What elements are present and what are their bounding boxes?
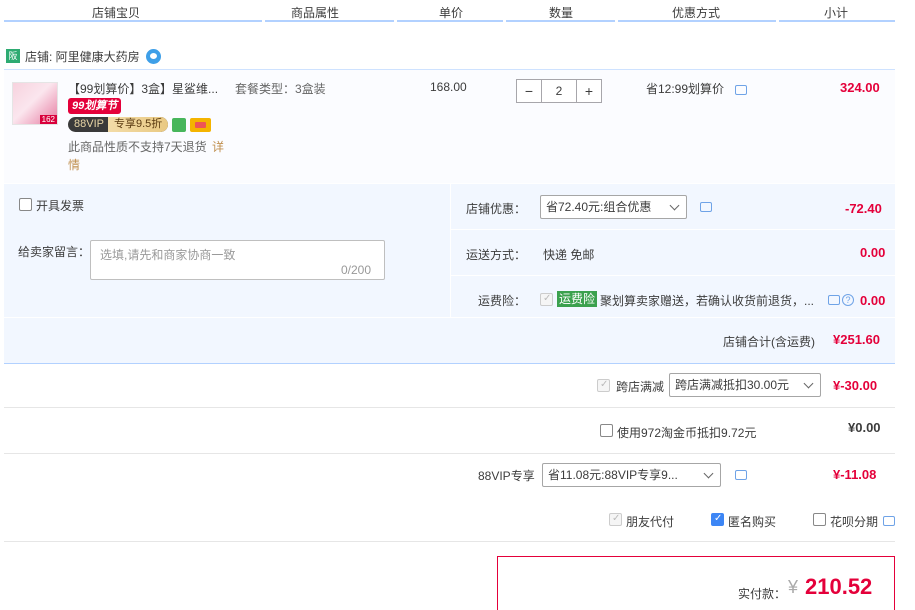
wangwang-chat-icon[interactable]: [145, 48, 161, 64]
insurance-desc: 聚划算卖家赠送，若确认收货前退货，...: [600, 294, 815, 308]
huabei-info-icon[interactable]: [883, 516, 895, 526]
shop-row: 阪 店铺: 阿里健康大药房: [6, 46, 161, 66]
item-subtotal: 324.00: [840, 80, 880, 95]
col-discount: 优惠方式: [672, 6, 721, 20]
shop-total-label: 店铺合计(含运费): [723, 335, 815, 349]
col-subtotal: 小计: [824, 6, 849, 20]
vip88-value: 省11.08元:88VIP专享9...: [548, 468, 678, 482]
guarantee-icon: [172, 118, 186, 132]
chevron-down-icon: [803, 378, 814, 389]
unit-price: 168.00: [430, 80, 467, 94]
quantity-input[interactable]: 2: [542, 79, 576, 103]
shipping-value: 快递 免邮: [543, 248, 595, 262]
insurance-amount: 0.00: [860, 293, 886, 308]
memo-input[interactable]: 选填,请先和商家协商一致 0/200: [90, 240, 385, 280]
shop-total-amount: ¥251.60: [833, 332, 880, 347]
insurance-tag: 运费险: [557, 291, 598, 307]
col-shop-item: 店铺宝贝: [92, 6, 141, 20]
item-title[interactable]: 【99划算价】3盒】星鲨维...: [68, 80, 218, 97]
vip88-label: 88VIP专享: [478, 469, 535, 483]
shipping-label: 运送方式：: [466, 248, 527, 262]
col-quantity: 数量: [549, 6, 574, 20]
cross-shop-checkbox[interactable]: [597, 379, 610, 392]
pay-label: 实付款：: [738, 587, 787, 601]
vip-badge: 88VIP 专享9.5折: [68, 117, 169, 132]
return-note: 此商品性质不支持7天退货: [68, 140, 207, 154]
shipping-amount: 0.00: [860, 245, 886, 260]
vip-info-icon[interactable]: [735, 470, 747, 480]
col-price: 单价: [439, 6, 464, 20]
invoice-checkbox[interactable]: [19, 198, 32, 211]
taojinbi-amount: ¥0.00: [848, 420, 881, 435]
huabei-checkbox[interactable]: [813, 513, 826, 526]
help-icon[interactable]: ?: [842, 294, 854, 306]
payment-summary: 实付款： ¥ 210.52: [497, 556, 895, 610]
vip-label: 88VIP: [74, 118, 104, 130]
anonymous-checkbox[interactable]: [711, 513, 724, 526]
decrease-button[interactable]: −: [516, 79, 542, 103]
discount-info-icon[interactable]: [700, 202, 712, 212]
friend-pay-checkbox[interactable]: [609, 513, 622, 526]
shop-discount-amount: -72.40: [845, 201, 882, 216]
item-discount: 省12:99划算价: [646, 82, 725, 96]
cross-shop-value: 跨店满减抵扣30.00元: [675, 378, 790, 392]
credit-card-icon: [190, 118, 211, 132]
pay-currency: ¥: [788, 577, 799, 597]
detail-link[interactable]: 详: [212, 138, 224, 155]
detail-link-cont[interactable]: 情: [68, 156, 80, 173]
item-attribute: 套餐类型：3盒装: [235, 82, 326, 96]
huabei-label: 花呗分期: [830, 515, 879, 529]
quantity-stepper: − 2 +: [516, 79, 602, 103]
increase-button[interactable]: +: [576, 79, 602, 103]
insurance-info-icon[interactable]: [828, 295, 840, 305]
memo-placeholder: 选填,请先和商家协商一致: [100, 248, 236, 262]
insurance-label: 运费险：: [478, 294, 527, 308]
taojinbi-label: 使用972淘金币抵扣9.72元: [617, 426, 757, 440]
shop-discount-value: 省72.40元:组合优惠: [546, 200, 652, 214]
column-header: 店铺宝贝 商品属性 单价 数量 优惠方式 小计: [0, 0, 915, 24]
festival-badge: 99划算节: [68, 98, 122, 114]
chevron-down-icon: [669, 200, 680, 211]
anonymous-label: 匿名购买: [728, 515, 777, 529]
cross-shop-label: 跨店满减: [616, 380, 665, 394]
chevron-down-icon: [703, 468, 714, 479]
invoice-label: 开具发票: [36, 199, 85, 213]
vip88-amount: ¥-11.08: [833, 467, 877, 482]
friend-pay-label: 朋友代付: [626, 515, 675, 529]
product-thumbnail[interactable]: 162: [12, 82, 58, 125]
shop-name[interactable]: 店铺: 阿里健康大药房: [25, 48, 140, 65]
cross-shop-select[interactable]: 跨店满减抵扣30.00元: [669, 373, 821, 397]
taojinbi-checkbox[interactable]: [600, 424, 613, 437]
col-attributes: 商品属性: [291, 6, 340, 20]
vip-discount: 专享9.5折: [107, 117, 169, 132]
discount-info-icon[interactable]: [735, 85, 747, 95]
memo-counter: 0/200: [341, 263, 372, 277]
memo-label: 给卖家留言：: [18, 245, 91, 259]
shop-discount-select[interactable]: 省72.40元:组合优惠: [540, 195, 687, 219]
pay-amount: 210.52: [805, 574, 873, 599]
shop-icon: 阪: [6, 49, 20, 63]
shop-discount-label: 店铺优惠：: [466, 202, 527, 216]
insurance-checkbox[interactable]: [540, 293, 553, 306]
vip88-select[interactable]: 省11.08元:88VIP专享9...: [542, 463, 721, 487]
cross-shop-amount: ¥-30.00: [833, 378, 878, 393]
thumb-number: 162: [39, 115, 57, 124]
